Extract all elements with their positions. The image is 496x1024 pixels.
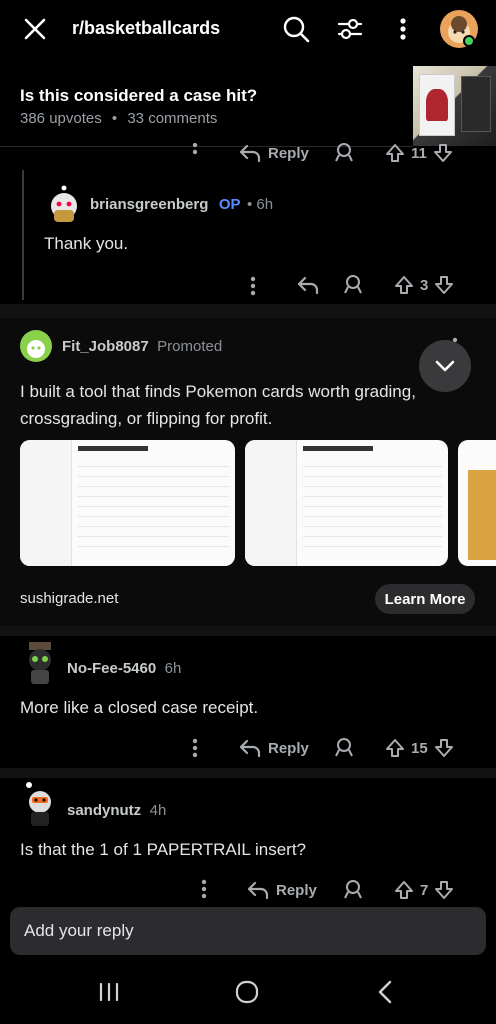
chevron-down-icon [435, 360, 455, 372]
promoted-label: Promoted [157, 338, 223, 355]
comment-username[interactable]: No-Fee-5460 [67, 660, 156, 677]
post-title[interactable]: Is this considered a case hit? [20, 86, 257, 106]
comment-header: sandynutz 4h [67, 802, 166, 820]
screenshot-image[interactable] [245, 440, 448, 566]
vote-count: 15 [411, 739, 428, 757]
vote-control: 3 [394, 275, 454, 295]
card-image [419, 74, 455, 136]
upvote-icon[interactable] [385, 738, 405, 758]
commenter-avatar[interactable] [20, 780, 60, 828]
top-bar: r/basketballcards [0, 0, 496, 60]
screenshot-image[interactable] [20, 440, 235, 566]
award-icon[interactable] [333, 738, 355, 758]
collapse-button[interactable] [419, 340, 471, 392]
upvote-icon[interactable] [394, 880, 414, 900]
downvote-icon[interactable] [433, 143, 453, 163]
vote-count: 7 [420, 881, 429, 899]
top-comment-actions: Reply 11 [0, 143, 496, 163]
promoted-header: Fit_Job8087 Promoted [62, 338, 222, 356]
vote-count: 3 [420, 276, 429, 294]
screenshot-image[interactable] [458, 440, 496, 566]
award-icon[interactable] [342, 275, 364, 295]
search-icon[interactable] [282, 15, 310, 43]
more-options-icon[interactable] [190, 143, 200, 163]
section-separator [0, 768, 496, 778]
comment-header: briansgreenberg OP • 6h [90, 196, 273, 214]
reply-label: Reply [268, 144, 309, 162]
reply-label: Reply [276, 881, 317, 899]
op-comment-actions: 3 [0, 272, 496, 298]
section-separator [0, 304, 496, 318]
commenter-avatar[interactable] [20, 640, 60, 686]
reply-button[interactable]: Reply [238, 143, 309, 163]
advertiser-avatar[interactable] [20, 330, 52, 362]
award-icon[interactable] [342, 880, 364, 900]
award-icon[interactable] [333, 143, 355, 163]
upvote-count: 386 upvotes [20, 110, 102, 127]
upvote-icon[interactable] [394, 275, 414, 295]
recent-apps-icon[interactable] [98, 982, 120, 1002]
learn-more-button[interactable]: Learn More [375, 584, 475, 614]
comment-count: 33 comments [127, 110, 218, 127]
reply-icon[interactable] [296, 275, 320, 295]
online-status-dot [463, 35, 475, 47]
comment-time: • 6h [246, 196, 274, 213]
comment-time: 4h [149, 802, 167, 819]
card-case-image [461, 76, 491, 132]
comment-actions: Reply 7 [0, 876, 496, 902]
promoted-text[interactable]: I built a tool that finds Pokemon cards … [20, 378, 450, 432]
comment-username[interactable]: sandynutz [67, 802, 141, 819]
subreddit-title[interactable]: r/basketballcards [72, 18, 220, 39]
vote-control: 11 [385, 143, 453, 163]
back-icon[interactable] [377, 980, 393, 1004]
reply-button[interactable]: Reply [238, 738, 309, 758]
comment-body: Is that the 1 of 1 PAPERTRAIL insert? [20, 840, 306, 859]
post-meta: 386 upvotes • 33 comments [20, 110, 217, 127]
vote-control: 7 [394, 880, 454, 900]
vote-control: 15 [385, 738, 454, 758]
reply-icon [247, 881, 269, 900]
filter-icon[interactable] [336, 15, 364, 43]
home-icon[interactable] [235, 980, 259, 1004]
more-options-icon[interactable] [248, 275, 258, 297]
add-reply-input[interactable]: Add your reply [10, 907, 486, 955]
reply-icon [239, 739, 261, 758]
comment-username[interactable]: briansgreenberg [90, 196, 208, 213]
comment-header: No-Fee-5460 6h [67, 660, 181, 678]
advertiser-name[interactable]: Fit_Job8087 [62, 338, 149, 355]
upvote-icon[interactable] [385, 143, 405, 163]
system-nav-bar [0, 960, 496, 1024]
comment-actions: Reply 15 [0, 735, 496, 761]
vote-count: 11 [411, 144, 427, 162]
reply-label: Reply [268, 739, 309, 757]
ad-domain[interactable]: sushigrade.net [20, 590, 118, 607]
reply-button[interactable]: Reply [246, 880, 317, 900]
section-separator [0, 626, 496, 636]
post-thumbnail[interactable] [413, 66, 496, 146]
op-badge: OP [218, 196, 241, 213]
downvote-icon[interactable] [434, 275, 454, 295]
comment-body: More like a closed case receipt. [20, 698, 259, 717]
close-icon[interactable] [22, 16, 48, 42]
downvote-icon[interactable] [434, 880, 454, 900]
comment-body: Thank you. [44, 234, 129, 253]
more-vertical-icon[interactable] [396, 16, 410, 42]
more-options-icon[interactable] [199, 878, 209, 900]
more-options-icon[interactable] [190, 737, 200, 759]
comment-time: 6h [164, 660, 182, 677]
downvote-icon[interactable] [434, 738, 454, 758]
reply-icon [239, 144, 261, 163]
commenter-avatar[interactable] [44, 184, 84, 224]
meta-separator: • [111, 110, 118, 127]
